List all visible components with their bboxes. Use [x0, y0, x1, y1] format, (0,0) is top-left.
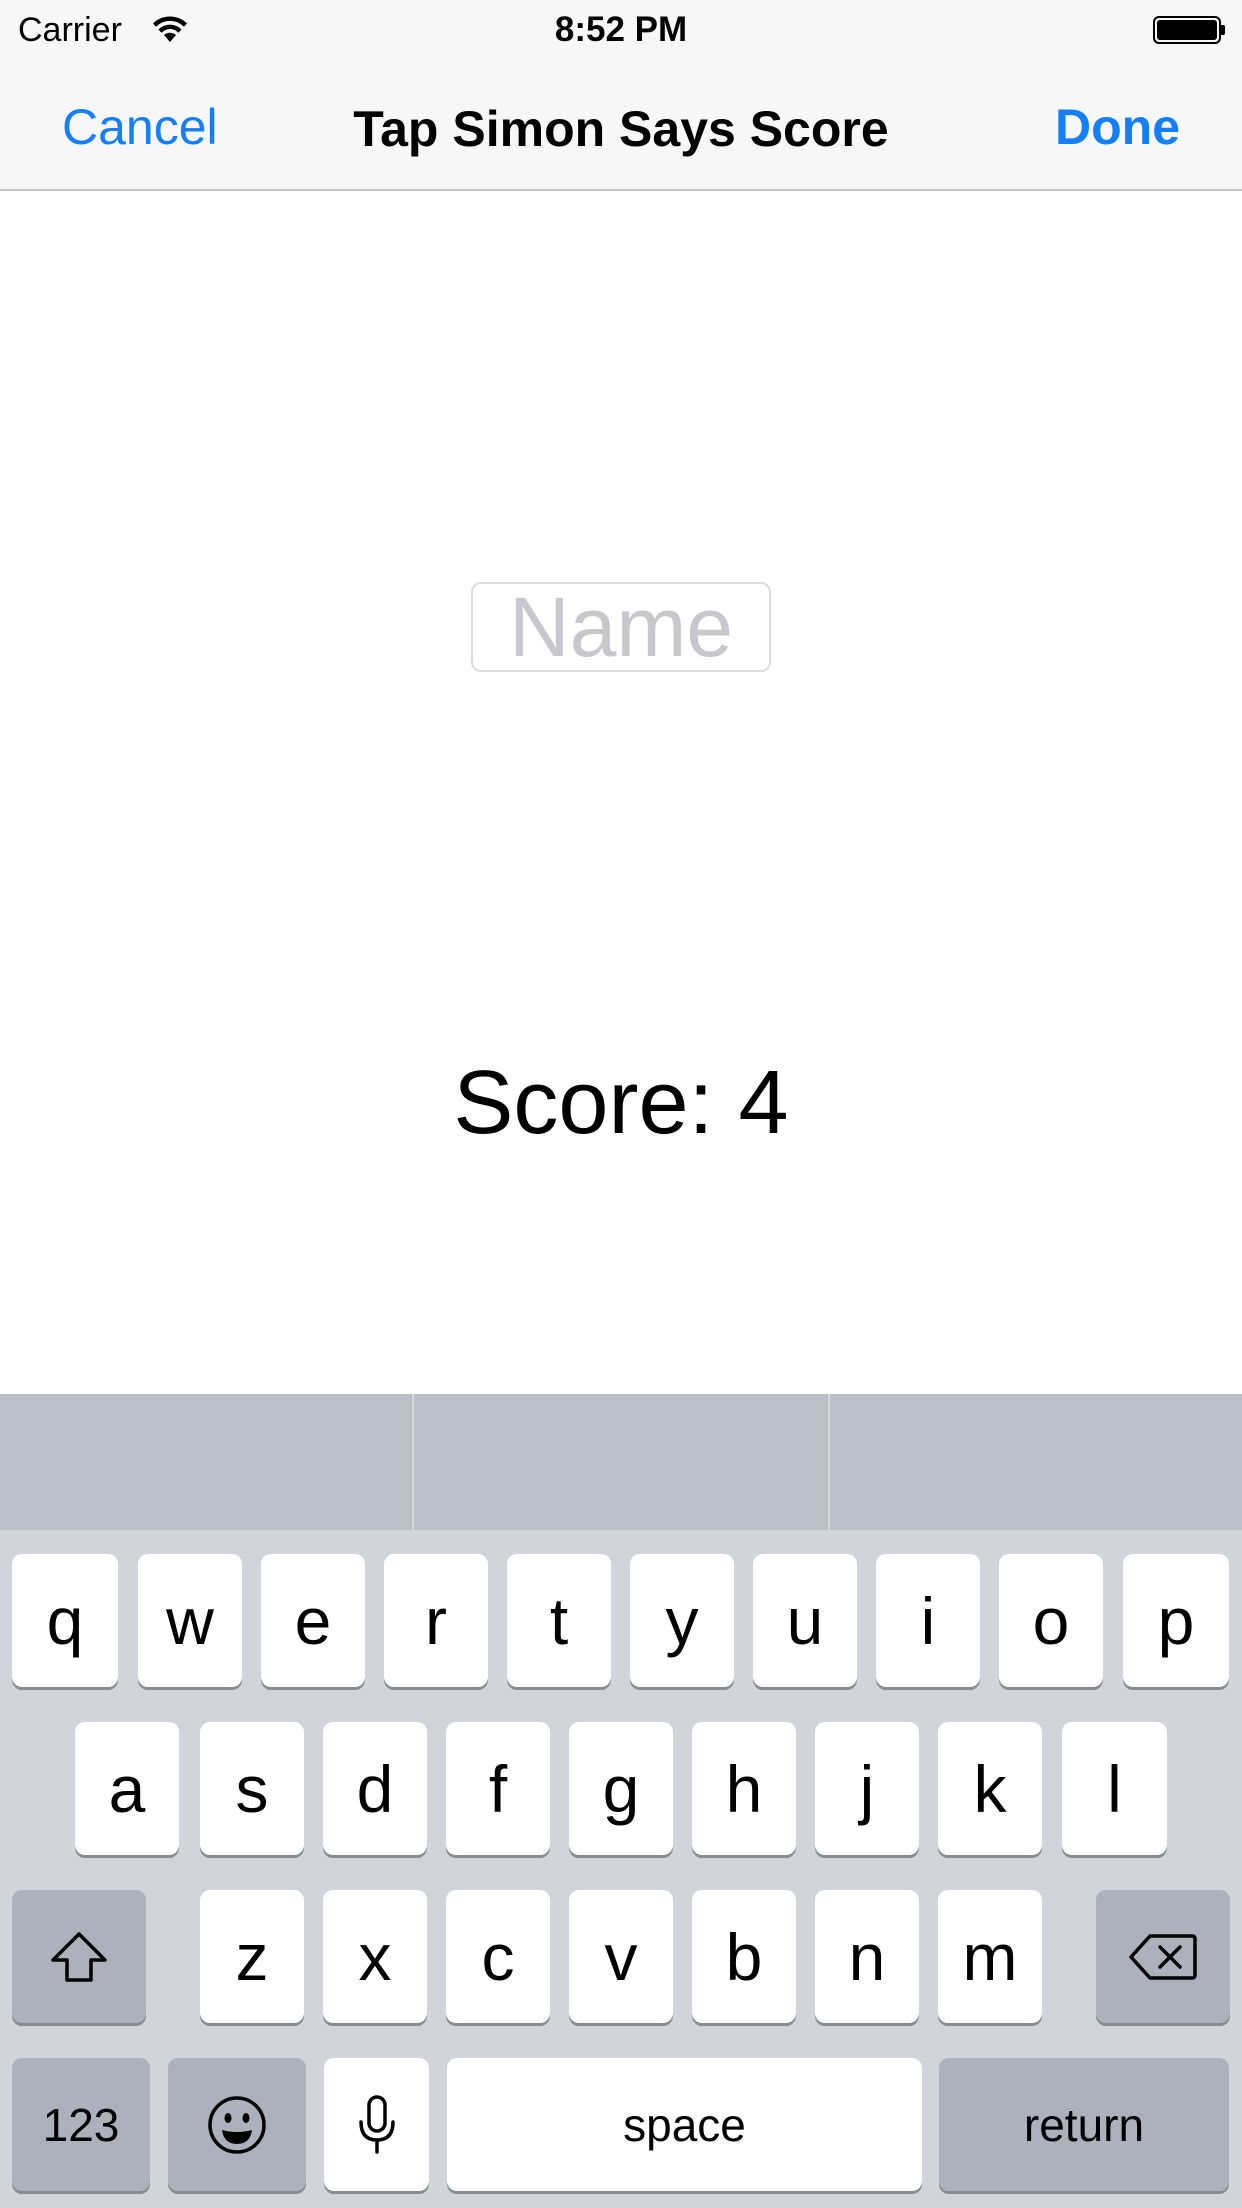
key-label: z	[235, 1919, 269, 1994]
key-label: p	[1157, 1583, 1195, 1658]
key-label: s	[235, 1751, 269, 1826]
key-m[interactable]: m	[938, 1890, 1042, 2023]
key-label: n	[848, 1919, 886, 1994]
key-label: space	[623, 2098, 746, 2151]
key-label: i	[920, 1583, 936, 1658]
key-label: b	[725, 1919, 763, 1994]
battery-icon	[1153, 16, 1221, 44]
shift-key[interactable]	[12, 1890, 146, 2023]
key-b[interactable]: b	[692, 1890, 796, 2023]
key-z[interactable]: z	[200, 1890, 304, 2023]
key-o[interactable]: o	[999, 1554, 1103, 1687]
key-label: x	[358, 1919, 392, 1994]
key-p[interactable]: p	[1123, 1554, 1229, 1687]
key-label: q	[46, 1583, 84, 1658]
key-f[interactable]: f	[446, 1722, 550, 1855]
score-label: Score: 4	[453, 1053, 789, 1153]
key-v[interactable]: v	[569, 1890, 673, 2023]
key-x[interactable]: x	[323, 1890, 427, 2023]
delete-key[interactable]	[1096, 1890, 1230, 2023]
key-g[interactable]: g	[569, 1722, 673, 1855]
shift-icon	[49, 1930, 109, 1984]
key-q[interactable]: q	[12, 1554, 118, 1687]
key-k[interactable]: k	[938, 1722, 1042, 1855]
key-label: y	[665, 1583, 699, 1658]
keyboard: q w e r t y u i o p a s d f g h j k l z …	[0, 1394, 1242, 2208]
key-label: k	[973, 1751, 1007, 1826]
key-label: r	[425, 1583, 447, 1658]
key-label: w	[166, 1583, 214, 1658]
key-label: g	[602, 1751, 640, 1826]
key-w[interactable]: w	[138, 1554, 242, 1687]
key-d[interactable]: d	[323, 1722, 427, 1855]
space-key[interactable]: space	[447, 2058, 922, 2191]
key-label: c	[481, 1919, 515, 1994]
key-j[interactable]: j	[815, 1722, 919, 1855]
key-h[interactable]: h	[692, 1722, 796, 1855]
microphone-key[interactable]	[324, 2058, 429, 2191]
suggestion-slot-3[interactable]	[830, 1394, 1242, 1530]
key-label: t	[549, 1583, 569, 1658]
key-c[interactable]: c	[446, 1890, 550, 2023]
key-label: l	[1107, 1751, 1122, 1826]
key-a[interactable]: a	[75, 1722, 179, 1855]
status-bar: Carrier 8:52 PM	[0, 0, 1242, 60]
key-label: u	[786, 1583, 824, 1658]
key-label: 123	[42, 2098, 120, 2151]
key-label: a	[108, 1751, 146, 1826]
key-label: h	[725, 1751, 763, 1826]
suggestion-slot-2[interactable]	[414, 1394, 826, 1530]
key-label: return	[1023, 2098, 1145, 2151]
screen: Carrier 8:52 PM Cancel Tap Simon Says Sc…	[0, 0, 1242, 2208]
done-button[interactable]: Done	[1055, 98, 1180, 156]
key-l[interactable]: l	[1062, 1722, 1167, 1855]
key-t[interactable]: t	[507, 1554, 611, 1687]
key-e[interactable]: e	[261, 1554, 365, 1687]
key-s[interactable]: s	[200, 1722, 304, 1855]
navigation-bar: Cancel Tap Simon Says Score Done	[0, 60, 1242, 191]
key-y[interactable]: y	[630, 1554, 734, 1687]
key-i[interactable]: i	[876, 1554, 980, 1687]
return-key[interactable]: return	[939, 2058, 1229, 2191]
delete-icon	[1128, 1932, 1198, 1982]
key-label: m	[962, 1919, 1018, 1994]
key-label: e	[294, 1583, 332, 1658]
name-input[interactable]	[471, 582, 771, 672]
key-label: o	[1032, 1583, 1070, 1658]
microphone-icon	[357, 2094, 397, 2156]
numbers-key[interactable]: 123	[12, 2058, 150, 2191]
battery-tip	[1221, 25, 1225, 35]
emoji-key[interactable]	[168, 2058, 306, 2191]
emoji-icon	[206, 2094, 268, 2156]
predictive-bar	[0, 1394, 1242, 1530]
key-label: d	[356, 1751, 394, 1826]
key-n[interactable]: n	[815, 1890, 919, 2023]
key-u[interactable]: u	[753, 1554, 857, 1687]
status-time: 8:52 PM	[554, 10, 688, 49]
key-label: f	[488, 1751, 508, 1826]
key-r[interactable]: r	[384, 1554, 488, 1687]
key-label: j	[859, 1751, 875, 1826]
key-label: v	[604, 1919, 638, 1994]
suggestion-slot-1[interactable]	[0, 1394, 412, 1530]
